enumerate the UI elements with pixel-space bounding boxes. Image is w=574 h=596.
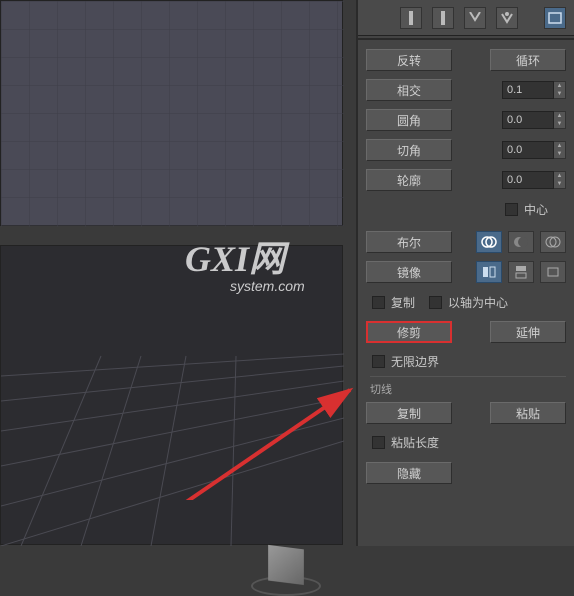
- intersect-button[interactable]: 相交: [366, 79, 452, 101]
- copy2-button[interactable]: 复制: [366, 402, 452, 424]
- fillet-button[interactable]: 圆角: [366, 109, 452, 131]
- reverse-button[interactable]: 反转: [366, 49, 452, 71]
- up-arrow-icon[interactable]: ▲: [554, 172, 565, 180]
- hide-button[interactable]: 隐藏: [366, 462, 452, 484]
- down-arrow-icon[interactable]: ▼: [554, 180, 565, 188]
- trim-button[interactable]: 修剪: [366, 321, 452, 343]
- divider: [358, 38, 574, 40]
- grid-perspective: [1, 246, 344, 546]
- properties-body: 反转 循环 相交 ▲ ▼ 圆角 ▲ ▼: [358, 42, 574, 497]
- extend-button[interactable]: 延伸: [490, 321, 566, 343]
- tool-icon-3[interactable]: [464, 7, 486, 29]
- command-panel: 反转 循环 相交 ▲ ▼ 圆角 ▲ ▼: [356, 0, 574, 546]
- up-arrow-icon[interactable]: ▲: [554, 142, 565, 150]
- chamfer-value[interactable]: [502, 141, 554, 159]
- boolean-button[interactable]: 布尔: [366, 231, 452, 253]
- outline-spinner[interactable]: ▲ ▼: [502, 170, 566, 190]
- fillet-spinner[interactable]: ▲ ▼: [502, 110, 566, 130]
- tool-icon-2[interactable]: [432, 7, 454, 29]
- bool-union-icon[interactable]: [476, 231, 502, 253]
- mirror-v-icon[interactable]: [508, 261, 534, 283]
- cube-mesh: [268, 545, 304, 585]
- panel-toolbar: [358, 0, 574, 36]
- viewport-area: GXI网 system.com: [0, 0, 355, 546]
- axis-center-checkbox[interactable]: [429, 296, 442, 309]
- viewport-bottom[interactable]: [0, 245, 343, 545]
- spinner-arrows[interactable]: ▲ ▼: [554, 171, 566, 189]
- mirror-h-icon[interactable]: [476, 261, 502, 283]
- up-arrow-icon[interactable]: ▲: [554, 112, 565, 120]
- spinner-arrows[interactable]: ▲ ▼: [554, 111, 566, 129]
- copy-label: 复制: [391, 294, 415, 311]
- spinner-arrows[interactable]: ▲ ▼: [554, 81, 566, 99]
- tool-icon-4[interactable]: [496, 7, 518, 29]
- bool-intersect-icon[interactable]: [540, 231, 566, 253]
- paste-length-checkbox[interactable]: [372, 436, 385, 449]
- viewport-top[interactable]: [0, 0, 343, 226]
- down-arrow-icon[interactable]: ▼: [554, 120, 565, 128]
- infinite-checkbox[interactable]: [372, 355, 385, 368]
- spinner-arrows[interactable]: ▲ ▼: [554, 141, 566, 159]
- copy-checkbox[interactable]: [372, 296, 385, 309]
- fillet-value[interactable]: [502, 111, 554, 129]
- paste-length-label: 粘贴长度: [391, 434, 439, 451]
- infinite-label: 无限边界: [391, 353, 439, 370]
- chamfer-button[interactable]: 切角: [366, 139, 452, 161]
- bool-subtract-icon[interactable]: [508, 231, 534, 253]
- axis-center-label: 以轴为中心: [448, 294, 508, 311]
- intersect-spinner[interactable]: ▲ ▼: [502, 80, 566, 100]
- center-label: 中心: [524, 201, 548, 218]
- cycle-button[interactable]: 循环: [490, 49, 566, 71]
- outline-button[interactable]: 轮廓: [366, 169, 452, 191]
- scene-cube[interactable]: [261, 546, 311, 596]
- down-arrow-icon[interactable]: ▼: [554, 90, 565, 98]
- up-arrow-icon[interactable]: ▲: [554, 82, 565, 90]
- chamfer-spinner[interactable]: ▲ ▼: [502, 140, 566, 160]
- intersect-value[interactable]: [502, 81, 554, 99]
- tool-icon-1[interactable]: [400, 7, 422, 29]
- tool-icon-5[interactable]: [544, 7, 566, 29]
- paste-button[interactable]: 粘贴: [490, 402, 566, 424]
- mirror-button[interactable]: 镜像: [366, 261, 452, 283]
- outline-value[interactable]: [502, 171, 554, 189]
- mirror-both-icon[interactable]: [540, 261, 566, 283]
- center-checkbox[interactable]: [505, 203, 518, 216]
- grid-top: [1, 1, 344, 227]
- tangent-section-label: 切线: [370, 376, 566, 397]
- down-arrow-icon[interactable]: ▼: [554, 150, 565, 158]
